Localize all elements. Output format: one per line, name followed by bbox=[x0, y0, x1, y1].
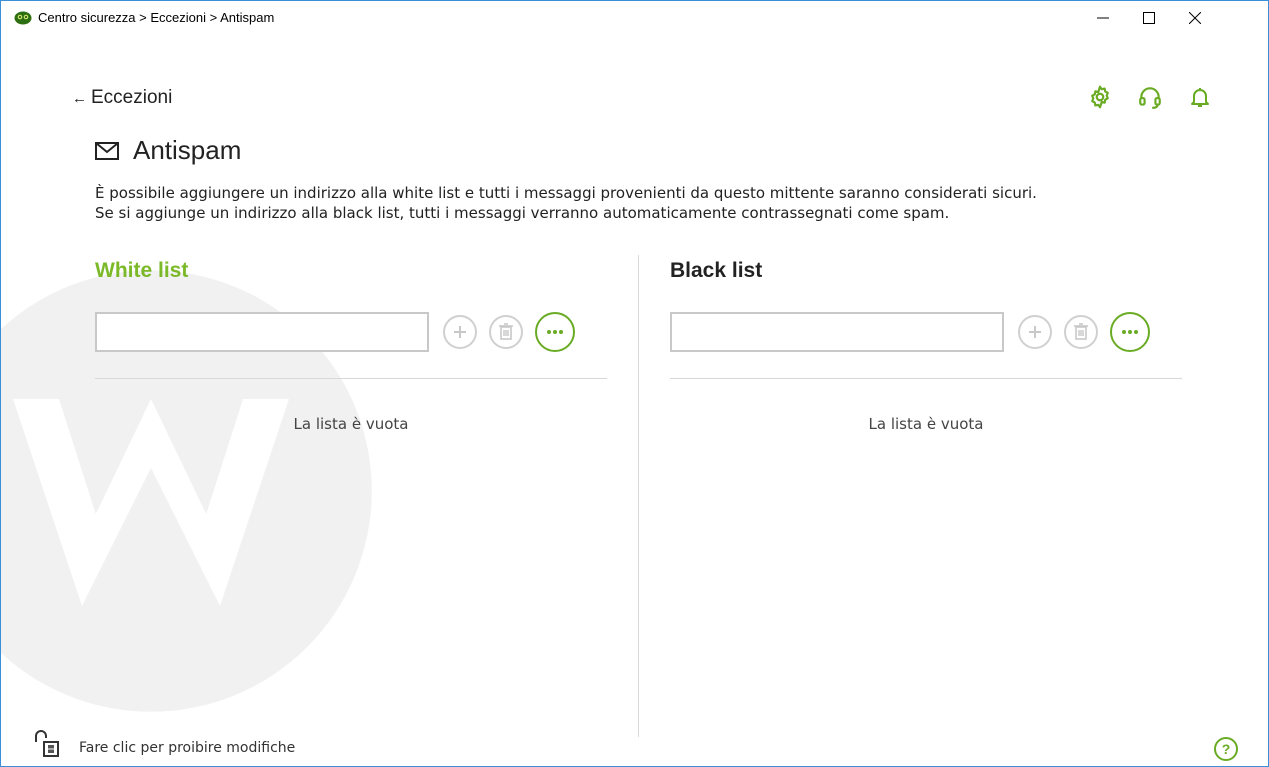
black-list-delete-button[interactable] bbox=[1064, 315, 1098, 349]
close-icon bbox=[1189, 12, 1201, 24]
page-title: Antispam bbox=[133, 135, 242, 165]
app-window: Centro sicurezza > Eccezioni > Antispam … bbox=[0, 0, 1269, 767]
column-divider bbox=[638, 255, 639, 737]
close-button[interactable] bbox=[1172, 1, 1218, 35]
back-link-eccezioni[interactable]: ← Eccezioni bbox=[72, 87, 172, 109]
window-title: Centro sicurezza > Eccezioni > Antispam bbox=[38, 10, 275, 25]
plus-icon bbox=[1029, 326, 1041, 338]
black-list-input-row bbox=[670, 312, 1150, 352]
lock-toggle-label: Fare clic per proibire modifiche bbox=[79, 740, 296, 756]
more-dots-icon bbox=[547, 330, 563, 334]
question-mark-icon: ? bbox=[1221, 741, 1231, 757]
back-link-label: Eccezioni bbox=[91, 87, 173, 108]
white-list-separator bbox=[95, 378, 607, 379]
maximize-button[interactable] bbox=[1126, 1, 1172, 35]
envelope-icon bbox=[95, 141, 119, 160]
white-list-delete-button[interactable] bbox=[489, 315, 523, 349]
white-list-address-input[interactable] bbox=[95, 312, 429, 352]
maximize-icon bbox=[1143, 12, 1155, 24]
white-list-empty-message: La lista è vuota bbox=[293, 415, 409, 433]
page-description: È possibile aggiungere un indirizzo alla… bbox=[95, 183, 1235, 223]
white-list-title: White list bbox=[95, 259, 189, 282]
support-button[interactable] bbox=[1134, 81, 1166, 113]
black-list-separator bbox=[670, 378, 1182, 379]
app-logo-icon bbox=[14, 11, 32, 25]
black-list-empty-message: La lista è vuota bbox=[868, 415, 984, 433]
title-bar: Centro sicurezza > Eccezioni > Antispam bbox=[1, 1, 1268, 35]
minimize-button[interactable] bbox=[1080, 1, 1126, 35]
help-button[interactable]: ? bbox=[1214, 737, 1238, 761]
description-line-2: Se si aggiunge un indirizzo alla black l… bbox=[95, 204, 950, 222]
unlocked-padlock-icon bbox=[35, 730, 59, 757]
plus-icon bbox=[454, 326, 466, 338]
trash-icon bbox=[499, 323, 513, 340]
page-heading: Antispam bbox=[95, 135, 241, 166]
description-line-1: È possibile aggiungere un indirizzo alla… bbox=[95, 184, 1037, 202]
back-arrow-icon: ← bbox=[72, 89, 87, 107]
black-list-panel: Black list La lista è vuota bbox=[670, 259, 1190, 759]
notifications-button[interactable] bbox=[1184, 81, 1216, 113]
white-list-panel: White list La lista è vuota bbox=[95, 259, 615, 759]
white-list-input-row bbox=[95, 312, 575, 352]
minimize-icon bbox=[1097, 17, 1109, 19]
gear-icon bbox=[1091, 85, 1109, 109]
headset-icon bbox=[1139, 87, 1161, 109]
settings-button[interactable] bbox=[1084, 81, 1116, 113]
black-list-title: Black list bbox=[670, 259, 763, 282]
white-list-more-button[interactable] bbox=[535, 312, 575, 352]
black-list-more-button[interactable] bbox=[1110, 312, 1150, 352]
lock-toggle[interactable]: Fare clic per proibire modifiche bbox=[33, 728, 295, 758]
more-dots-icon bbox=[1122, 330, 1138, 334]
black-list-address-input[interactable] bbox=[670, 312, 1004, 352]
header-toolbar bbox=[1084, 81, 1216, 113]
black-list-add-button[interactable] bbox=[1018, 315, 1052, 349]
bell-icon bbox=[1191, 88, 1209, 107]
trash-icon bbox=[1074, 323, 1088, 340]
white-list-add-button[interactable] bbox=[443, 315, 477, 349]
